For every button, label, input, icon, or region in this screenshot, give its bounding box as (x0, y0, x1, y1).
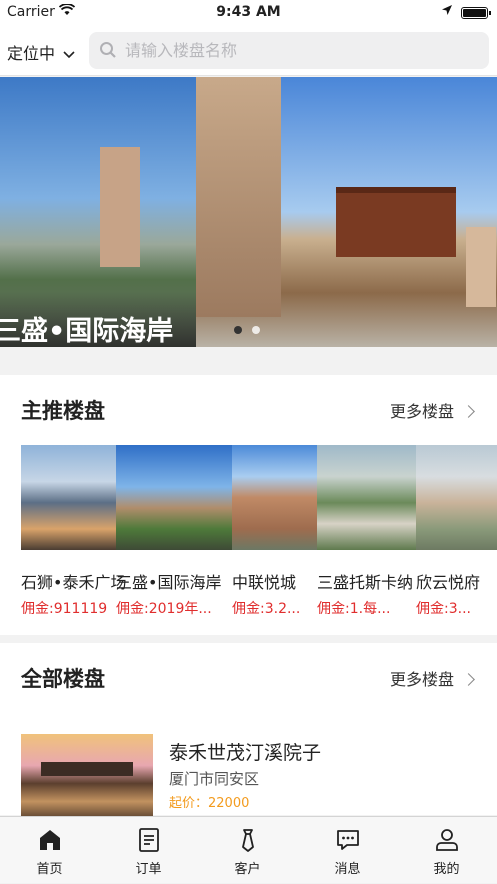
property-list-item[interactable]: 泰禾世茂汀溪院子 厦门市同安区 起价：22000 (21, 734, 491, 824)
property-price: 起价：22000 (169, 796, 250, 811)
property-commission: 佣金:2019年... (116, 601, 212, 617)
chevron-right-icon (462, 673, 475, 686)
order-icon (139, 828, 159, 852)
tab-label: 首页 (36, 862, 63, 877)
more-properties-link[interactable]: 更多楼盘 (389, 398, 475, 422)
property-image (116, 445, 232, 550)
property-image (416, 445, 497, 550)
tab-label: 订单 (135, 862, 162, 877)
banner-image-2 (196, 77, 497, 347)
property-commission: 佣金:1.每... (317, 601, 391, 617)
featured-section: 主推楼盘 更多楼盘 石狮•泰禾广场 佣金:911119 三盛•国际海岸 佣金:2… (0, 375, 497, 635)
carousel-indicator[interactable] (252, 326, 260, 334)
property-thumbnail (21, 734, 153, 824)
property-commission: 佣金:3... (416, 601, 471, 617)
battery-icon (461, 7, 491, 19)
property-name: 石狮•泰禾广场 (21, 573, 127, 592)
tab-orders[interactable]: 订单 (99, 817, 198, 884)
clock: 9:43 AM (216, 4, 281, 20)
tab-profile[interactable]: 我的 (397, 817, 496, 884)
section-title: 主推楼盘 (21, 399, 105, 423)
banner-caption-overlay: 三盛•国际海岸 (0, 292, 196, 347)
property-card[interactable]: 石狮•泰禾广场 佣金:911119 (21, 445, 126, 625)
profile-icon (436, 829, 458, 851)
property-image (21, 445, 116, 550)
search-input[interactable] (125, 32, 475, 69)
more-label: 更多楼盘 (389, 402, 454, 421)
property-commission: 佣金:911119 (21, 601, 108, 617)
property-name: 泰禾世茂汀溪院子 (169, 742, 322, 764)
banner-caption: 三盛•国际海岸 (0, 316, 174, 347)
property-name: 三盛•国际海岸 (116, 573, 222, 592)
property-card[interactable]: 三盛托斯卡纳 佣金:1.每... (317, 445, 416, 625)
more-label: 更多楼盘 (389, 670, 454, 689)
property-image (232, 445, 317, 550)
tab-home[interactable]: 首页 (0, 817, 99, 884)
all-properties-section: 全部楼盘 更多楼盘 泰禾世茂汀溪院子 厦门市同安区 起价：22000 (0, 643, 497, 824)
customer-icon (242, 829, 254, 852)
chevron-right-icon (462, 405, 475, 418)
section-title: 全部楼盘 (21, 667, 105, 691)
tab-label: 我的 (433, 862, 460, 877)
message-icon (337, 830, 359, 850)
more-properties-link[interactable]: 更多楼盘 (389, 666, 475, 690)
featured-carousel[interactable]: 石狮•泰禾广场 佣金:911119 三盛•国际海岸 佣金:2019年... 中联… (21, 445, 497, 625)
location-arrow-icon (441, 4, 453, 19)
search-icon (99, 41, 117, 59)
chevron-down-icon (59, 49, 75, 62)
location-label: 定位中 (7, 44, 56, 63)
tab-label: 客户 (234, 862, 261, 877)
tab-messages[interactable]: 消息 (298, 817, 397, 884)
status-bar: Carrier 9:43 AM (0, 0, 497, 26)
tab-customers[interactable]: 客户 (198, 817, 297, 884)
home-icon (40, 830, 60, 850)
property-name: 三盛托斯卡纳 (317, 573, 414, 592)
property-image (317, 445, 416, 550)
bottom-tab-bar: 首页 订单 客户 消息 我的 (0, 816, 497, 883)
search-bar[interactable] (89, 32, 489, 69)
property-name: 欣云悦府 (416, 573, 481, 592)
carousel-indicator-active[interactable] (234, 326, 242, 334)
property-card[interactable]: 中联悦城 佣金:3.2... (232, 445, 317, 625)
property-commission: 佣金:3.2... (232, 601, 301, 617)
property-card[interactable]: 三盛•国际海岸 佣金:2019年... (116, 445, 232, 625)
tab-label: 消息 (334, 862, 361, 877)
top-navbar: 定位中 (0, 26, 497, 76)
location-selector[interactable]: 定位中 (7, 40, 75, 64)
property-card[interactable]: 欣云悦府 佣金:3... (416, 445, 497, 625)
banner-carousel[interactable]: 三盛•国际海岸 (0, 77, 497, 347)
property-name: 中联悦城 (232, 573, 297, 592)
property-area: 厦门市同安区 (169, 770, 260, 788)
